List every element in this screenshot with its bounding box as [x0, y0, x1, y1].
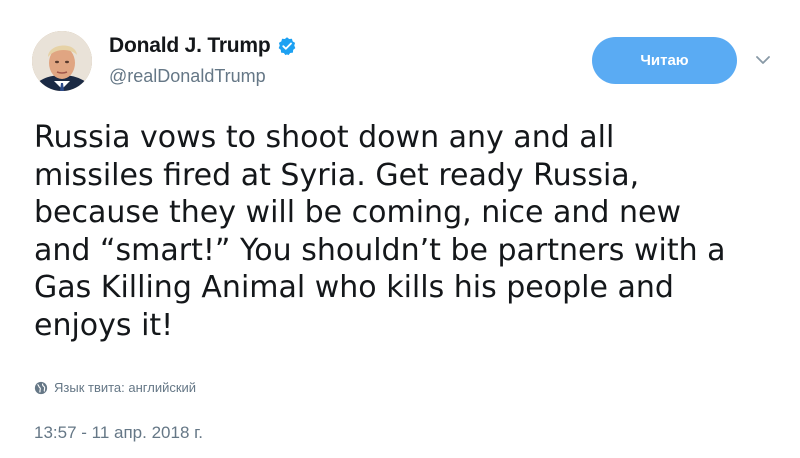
tweet-line: Gas Killing Animal who kills his people … [34, 270, 674, 305]
tweet-line: enjoys it! [34, 307, 174, 343]
avatar-portrait [32, 31, 92, 91]
display-name[interactable]: Donald J. Trump [109, 34, 271, 58]
chevron-down-icon[interactable] [755, 52, 771, 68]
follow-button[interactable]: Читаю [592, 37, 737, 84]
verified-badge-icon [278, 37, 295, 56]
tweet-language[interactable]: Язык твита: английский [34, 380, 196, 395]
tweet-timestamp[interactable]: 13:57 - 11 апр. 2018 г. [34, 423, 203, 443]
tweet-line: and “smart!” You shouldn’t be partners w… [34, 232, 726, 268]
author-name-row[interactable]: Donald J. Trump [109, 33, 297, 59]
globe-icon [34, 381, 48, 394]
tweet-line: Russia vows to shoot down any and all [34, 120, 615, 155]
avatar[interactable] [32, 31, 92, 91]
tweet-text: Russia vows to shoot down any and all mi… [34, 119, 784, 344]
author-handle[interactable]: @realDonaldTrump [109, 66, 266, 87]
tweet-line: missiles fired at Syria. Get ready Russi… [34, 157, 640, 193]
tweet-line: because they will be coming, nice and ne… [34, 195, 682, 230]
tweet-language-label[interactable]: Язык твита: английский [54, 380, 196, 395]
